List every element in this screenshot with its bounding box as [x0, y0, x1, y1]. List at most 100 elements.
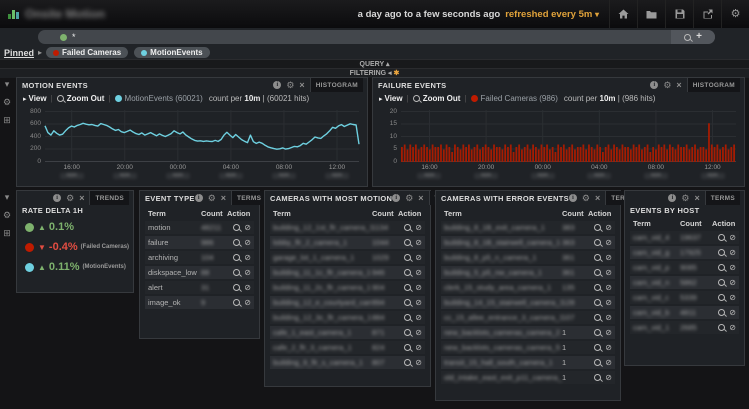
exclude-filter-icon[interactable]: ⊘ [415, 239, 422, 247]
exclude-filter-icon[interactable]: ⊘ [244, 239, 251, 247]
magnify-filter-icon[interactable] [233, 299, 240, 306]
magnify-filter-icon[interactable] [404, 239, 411, 246]
gear-icon[interactable]: ⚙ [66, 194, 74, 203]
pinned-link[interactable]: Pinned [4, 48, 34, 58]
exclude-filter-icon[interactable]: ⊘ [415, 284, 422, 292]
close-icon[interactable]: × [676, 81, 681, 90]
magnify-filter-icon[interactable] [594, 239, 601, 246]
view-button[interactable]: View [29, 94, 47, 103]
exclude-filter-icon[interactable]: ⊘ [244, 224, 251, 232]
pinned-query-pill[interactable]: Failed Cameras [46, 47, 128, 58]
add-panel-icon[interactable]: ⊞ [3, 229, 11, 238]
magnify-filter-icon[interactable] [404, 224, 411, 231]
series-label[interactable]: MotionEvents (60021) [125, 94, 203, 103]
search-icon[interactable] [684, 34, 691, 41]
exclude-filter-icon[interactable]: ⊘ [729, 264, 736, 272]
magnify-filter-icon[interactable] [594, 284, 601, 291]
magnify-filter-icon[interactable] [718, 249, 725, 256]
magnify-filter-icon[interactable] [718, 234, 725, 241]
exclude-filter-icon[interactable]: ⊘ [729, 249, 736, 257]
magnify-filter-icon[interactable] [718, 324, 725, 331]
add-panel-icon[interactable]: ⊞ [3, 116, 11, 125]
magnify-filter-icon[interactable] [404, 269, 411, 276]
magnify-filter-icon[interactable] [233, 269, 240, 276]
exclude-filter-icon[interactable]: ⊘ [415, 254, 422, 262]
close-icon[interactable]: × [221, 194, 226, 203]
zoom-out-button[interactable]: Zoom Out [67, 94, 105, 103]
exclude-filter-icon[interactable]: ⊘ [729, 279, 736, 287]
info-icon[interactable]: i [273, 81, 281, 89]
magnify-filter-icon[interactable] [404, 359, 411, 366]
exclude-filter-icon[interactable]: ⊘ [729, 234, 736, 242]
close-icon[interactable]: × [299, 81, 304, 90]
configure-row-icon[interactable]: ⚙ [3, 98, 11, 107]
configure-dashboard-button[interactable]: ⚙ [721, 0, 749, 28]
refresh-interval-dropdown[interactable]: refreshed every 5m ▾ [505, 9, 599, 20]
configure-row-icon[interactable]: ⚙ [3, 211, 11, 220]
magnify-filter-icon[interactable] [404, 329, 411, 336]
view-button[interactable]: View [385, 94, 403, 103]
gear-icon[interactable]: ⚙ [663, 81, 671, 90]
zoom-out-button[interactable]: Zoom Out [423, 94, 461, 103]
home-button[interactable] [609, 0, 637, 28]
exclude-filter-icon[interactable]: ⊘ [605, 269, 612, 277]
info-icon[interactable]: i [392, 194, 400, 202]
magnify-filter-icon[interactable] [404, 299, 411, 306]
pinned-query-pill[interactable]: MotionEvents [134, 47, 209, 58]
exclude-filter-icon[interactable]: ⊘ [729, 309, 736, 317]
gear-icon[interactable]: ⚙ [681, 194, 689, 203]
exclude-filter-icon[interactable]: ⊘ [605, 254, 612, 262]
close-icon[interactable]: × [418, 194, 423, 203]
magnify-filter-icon[interactable] [594, 359, 601, 366]
exclude-filter-icon[interactable]: ⊘ [605, 239, 612, 247]
save-dashboard-button[interactable] [665, 0, 693, 28]
close-icon[interactable]: × [79, 194, 84, 203]
collapse-row-icon[interactable]: ▾ [5, 80, 10, 89]
exclude-filter-icon[interactable]: ⊘ [415, 299, 422, 307]
close-icon[interactable]: × [595, 194, 600, 203]
magnify-filter-icon[interactable] [594, 314, 601, 321]
exclude-filter-icon[interactable]: ⊘ [605, 344, 612, 352]
load-dashboard-button[interactable] [637, 0, 665, 28]
collapse-row-icon[interactable]: ▾ [5, 193, 10, 202]
gear-icon[interactable]: ⚙ [405, 194, 413, 203]
info-icon[interactable]: i [668, 194, 676, 202]
exclude-filter-icon[interactable]: ⊘ [729, 324, 736, 332]
exclude-filter-icon[interactable]: ⊘ [729, 294, 736, 302]
magnify-filter-icon[interactable] [594, 254, 601, 261]
magnify-filter-icon[interactable] [233, 284, 240, 291]
magnify-filter-icon[interactable] [718, 279, 725, 286]
query-color-dot[interactable] [60, 34, 67, 41]
magnify-filter-icon[interactable] [718, 309, 725, 316]
exclude-filter-icon[interactable]: ⊘ [605, 329, 612, 337]
search-input[interactable]: * [38, 30, 715, 44]
exclude-filter-icon[interactable]: ⊘ [244, 284, 251, 292]
exclude-filter-icon[interactable]: ⊘ [244, 299, 251, 307]
motion-histogram-chart[interactable]: 020040060080016:00••/••20:00••/••00:00••… [21, 110, 363, 184]
exclude-filter-icon[interactable]: ⊘ [605, 299, 612, 307]
magnify-filter-icon[interactable] [594, 299, 601, 306]
exclude-filter-icon[interactable]: ⊘ [415, 329, 422, 337]
magnify-filter-icon[interactable] [404, 314, 411, 321]
magnify-filter-icon[interactable] [594, 344, 601, 351]
exclude-filter-icon[interactable]: ⊘ [605, 284, 612, 292]
exclude-filter-icon[interactable]: ⊘ [415, 314, 422, 322]
add-query-button[interactable]: + [696, 32, 702, 42]
magnify-filter-icon[interactable] [594, 329, 601, 336]
exclude-filter-icon[interactable]: ⊘ [244, 269, 251, 277]
exclude-filter-icon[interactable]: ⊘ [415, 269, 422, 277]
magnify-filter-icon[interactable] [404, 284, 411, 291]
magnify-filter-icon[interactable] [404, 344, 411, 351]
magnify-filter-icon[interactable] [233, 224, 240, 231]
share-dashboard-button[interactable] [693, 0, 721, 28]
magnify-filter-icon[interactable] [594, 269, 601, 276]
exclude-filter-icon[interactable]: ⊘ [605, 374, 612, 382]
exclude-filter-icon[interactable]: ⊘ [415, 344, 422, 352]
exclude-filter-icon[interactable]: ⊘ [605, 359, 612, 367]
magnify-filter-icon[interactable] [233, 239, 240, 246]
info-icon[interactable]: i [569, 194, 577, 202]
info-icon[interactable]: i [195, 194, 203, 202]
exclude-filter-icon[interactable]: ⊘ [244, 254, 251, 262]
magnify-filter-icon[interactable] [594, 224, 601, 231]
gear-icon[interactable]: ⚙ [582, 194, 590, 203]
